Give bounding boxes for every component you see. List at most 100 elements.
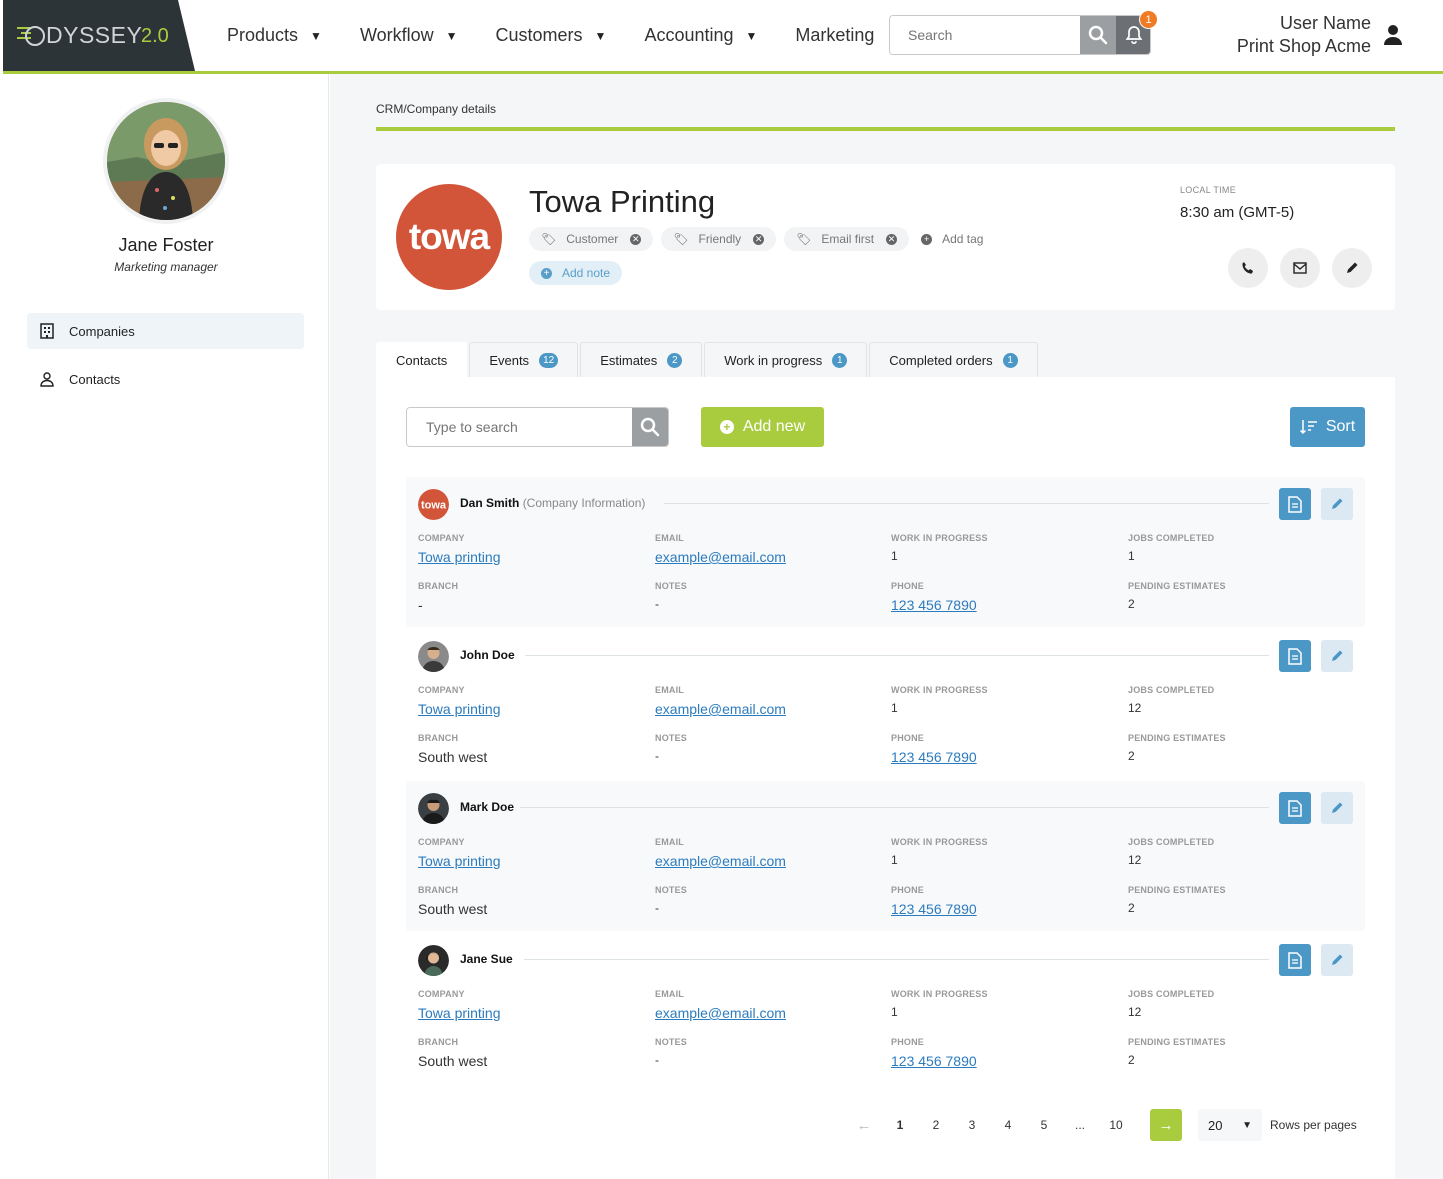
contact-card: towa Dan Smith (Company Information) COM… (406, 477, 1365, 627)
document-icon (1288, 951, 1302, 969)
divider (525, 655, 1269, 656)
breadcrumb-divider (376, 127, 1395, 131)
add-new-button[interactable]: + Add new (701, 407, 824, 447)
avatar (418, 793, 449, 824)
view-document-button[interactable] (1279, 792, 1311, 824)
tag-email-first[interactable]: 🏷︎ Email first ✕ (784, 227, 910, 251)
prev-page-button[interactable]: ← (846, 1117, 882, 1134)
edit-contact-button[interactable] (1321, 944, 1353, 976)
add-tag-button[interactable]: + Add tag (917, 227, 995, 251)
user-icon[interactable] (1383, 24, 1403, 51)
tab-completed-orders[interactable]: Completed orders 1 (869, 342, 1038, 377)
field-company: COMPANY Towa printing (418, 685, 501, 717)
search-icon (640, 417, 660, 437)
main-content: CRM/Company details towa Towa Printing 🏷… (330, 74, 1443, 1179)
edit-company-button[interactable] (1332, 248, 1372, 288)
tab-count-badge: 2 (667, 352, 683, 368)
contact-name[interactable]: Jane Sue (460, 952, 513, 966)
page-3[interactable]: 3 (954, 1118, 990, 1132)
phone-link[interactable]: 123 456 7890 (891, 1053, 977, 1069)
company-link[interactable]: Towa printing (418, 549, 501, 565)
pencil-icon (1332, 802, 1343, 813)
email-link[interactable]: example@email.com (655, 549, 786, 565)
tab-estimates[interactable]: Estimates 2 (580, 342, 703, 377)
tab-events[interactable]: Events 12 (469, 342, 579, 377)
contact-name[interactable]: Mark Doe (460, 800, 514, 814)
phone-icon (1242, 262, 1253, 274)
page-1[interactable]: 1 (882, 1118, 918, 1132)
contact-search-input[interactable] (407, 408, 633, 446)
main-nav: Products ▼ Workflow ▼ Customers ▼ Accountin… (227, 0, 912, 71)
sidebar-item-companies[interactable]: Companies (27, 313, 304, 349)
tag-icon: 🏷︎ (796, 232, 812, 246)
contact-name[interactable]: John Doe (460, 648, 515, 662)
next-page-button[interactable]: → (1150, 1109, 1182, 1141)
nav-accounting[interactable]: Accounting ▼ (644, 25, 757, 46)
contact-search-button[interactable] (632, 408, 668, 446)
profile-avatar[interactable] (103, 98, 229, 224)
page-4[interactable]: 4 (990, 1118, 1026, 1132)
breadcrumb[interactable]: CRM/Company details (376, 102, 496, 116)
remove-tag-icon[interactable]: ✕ (886, 233, 898, 245)
plus-circle-icon: + (719, 420, 734, 434)
arrow-left-icon: ← (856, 1116, 872, 1134)
add-note-button[interactable]: + Add note (529, 261, 623, 285)
global-search-input[interactable] (890, 16, 1080, 54)
email-button[interactable] (1280, 248, 1320, 288)
local-time-label: LOCAL TIME (1180, 185, 1237, 195)
page-5[interactable]: 5 (1026, 1118, 1062, 1132)
view-document-button[interactable] (1279, 944, 1311, 976)
field-email: EMAIL example@email.com (655, 685, 786, 717)
phone-link[interactable]: 123 456 7890 (891, 901, 977, 917)
avatar: towa (418, 489, 449, 520)
pencil-icon (1347, 262, 1358, 273)
field-jobs: JOBS COMPLETED 12 (1128, 837, 1215, 867)
nav-products[interactable]: Products ▼ (227, 25, 322, 46)
rows-per-page-select[interactable]: 20 ▼ (1198, 1109, 1262, 1141)
caret-down-icon: ▼ (745, 28, 758, 43)
nav-customers[interactable]: Customers ▼ (496, 25, 607, 46)
email-link[interactable]: example@email.com (655, 853, 786, 869)
app-logo[interactable]: DYSSEY 2.0 (3, 0, 195, 71)
remove-tag-icon[interactable]: ✕ (753, 233, 765, 245)
tab-contacts[interactable]: Contacts (376, 342, 468, 377)
nav-workflow[interactable]: Workflow ▼ (360, 25, 458, 46)
sidebar-item-contacts[interactable]: Contacts (27, 361, 304, 397)
view-document-button[interactable] (1279, 640, 1311, 672)
document-icon (1288, 799, 1302, 817)
field-pending: PENDING ESTIMATES 2 (1128, 581, 1226, 611)
user-menu[interactable]: User Name Print Shop Acme (1237, 12, 1371, 58)
page-2[interactable]: 2 (918, 1118, 954, 1132)
field-jobs: JOBS COMPLETED 1 (1128, 533, 1215, 563)
field-phone: PHONE 123 456 7890 (891, 581, 977, 613)
pagination: ← 1 2 3 4 5 ... 10 → 20 ▼ Rows per pages (846, 1109, 1357, 1141)
search-button[interactable] (1080, 16, 1116, 54)
field-email: EMAIL example@email.com (655, 533, 786, 565)
tab-work-in-progress[interactable]: Work in progress 1 (704, 342, 868, 377)
view-document-button[interactable] (1279, 488, 1311, 520)
phone-link[interactable]: 123 456 7890 (891, 597, 977, 613)
profile-name: Jane Foster (118, 235, 214, 255)
edit-contact-button[interactable] (1321, 792, 1353, 824)
field-notes: NOTES - (655, 733, 688, 763)
email-link[interactable]: example@email.com (655, 1005, 786, 1021)
email-link[interactable]: example@email.com (655, 701, 786, 717)
page-10[interactable]: 10 (1098, 1118, 1134, 1132)
edit-contact-button[interactable] (1321, 640, 1353, 672)
sort-button[interactable]: Sort (1290, 407, 1365, 447)
plus-icon: + (921, 233, 933, 245)
global-search (889, 15, 1151, 55)
company-logo: towa (396, 184, 502, 290)
tag-customer[interactable]: 🏷︎ Customer ✕ (529, 227, 654, 251)
company-link[interactable]: Towa printing (418, 853, 501, 869)
remove-tag-icon[interactable]: ✕ (630, 233, 642, 245)
edit-contact-button[interactable] (1321, 488, 1353, 520)
phone-link[interactable]: 123 456 7890 (891, 749, 977, 765)
nav-marketing[interactable]: Marketing (795, 25, 874, 46)
pencil-icon (1332, 498, 1343, 509)
call-button[interactable] (1228, 248, 1268, 288)
company-link[interactable]: Towa printing (418, 1005, 501, 1021)
tag-friendly[interactable]: 🏷︎ Friendly ✕ (661, 227, 777, 251)
company-link[interactable]: Towa printing (418, 701, 501, 717)
contact-name[interactable]: Dan Smith (Company Information) (460, 496, 645, 510)
